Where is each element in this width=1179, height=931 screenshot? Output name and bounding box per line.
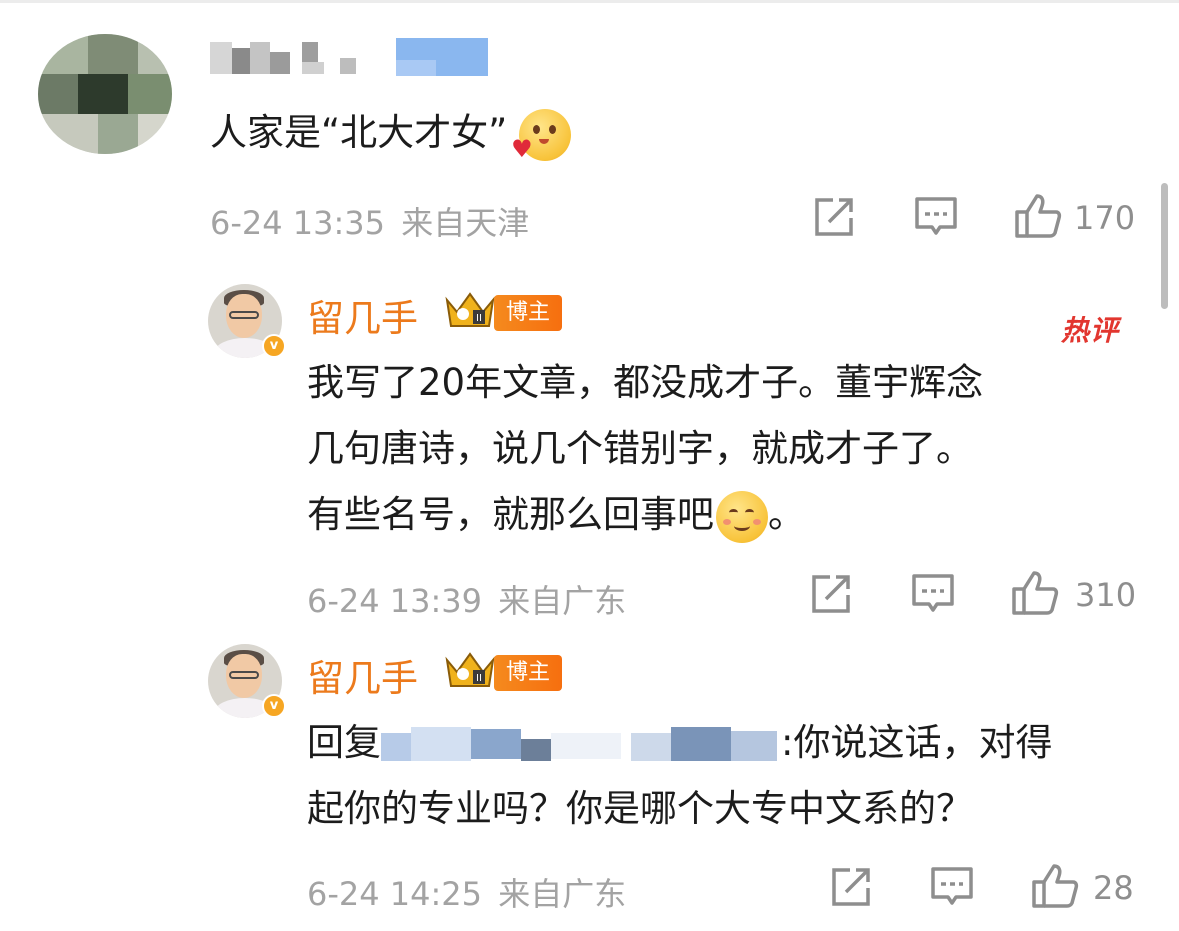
reply-line-1-suffix: :你说这话，对得 bbox=[781, 721, 1053, 764]
crown-icon: II bbox=[445, 652, 495, 687]
location: 来自天津 bbox=[401, 204, 530, 242]
timestamp: 6-24 13:35 bbox=[210, 204, 386, 242]
comment-body: 人家是“北大才女” bbox=[210, 111, 508, 154]
mention-link-blurred[interactable] bbox=[381, 723, 781, 767]
top-divider bbox=[0, 0, 1179, 3]
location: 来自广东 bbox=[498, 582, 627, 620]
svg-text:II: II bbox=[476, 673, 482, 684]
comment-icon[interactable] bbox=[914, 196, 958, 238]
reply-line-3: 有些名号，就那么回事吧 。 bbox=[307, 482, 805, 548]
reply-meta: 6-24 14:25 来自广东 bbox=[307, 869, 626, 915]
timestamp: 6-24 13:39 bbox=[307, 582, 483, 620]
hot-comment-tag: 热评 bbox=[1061, 314, 1120, 347]
username[interactable]: 留几手 bbox=[307, 288, 418, 342]
reply-line-3-suffix: 。 bbox=[768, 493, 805, 536]
smile-emoji-icon bbox=[716, 490, 768, 543]
heart-emoji-icon: ♥ bbox=[511, 108, 572, 161]
share-icon[interactable] bbox=[830, 866, 872, 908]
reply-line-1: 回复 :你说这话，对得 bbox=[307, 710, 1052, 776]
crown-icon: II bbox=[445, 292, 495, 327]
reply-meta: 6-24 13:39 来自广东 bbox=[307, 576, 626, 622]
like-count: 170 bbox=[1074, 199, 1136, 237]
comment-meta: 6-24 13:35 来自天津 bbox=[210, 198, 529, 244]
comment-text: 人家是“北大才女” ♥ bbox=[210, 100, 572, 166]
svg-text:II: II bbox=[476, 313, 482, 324]
username-blurred[interactable] bbox=[210, 38, 495, 76]
share-icon[interactable] bbox=[810, 573, 852, 615]
comment-icon[interactable] bbox=[911, 573, 955, 615]
like-icon[interactable] bbox=[1011, 570, 1059, 616]
reply-line-2: 几句唐诗，说几个错别字，就成才子了。 bbox=[307, 427, 973, 470]
blogger-badge: 博主 bbox=[494, 655, 563, 691]
scrollbar[interactable] bbox=[1161, 183, 1168, 309]
reply-prefix: 回复 bbox=[307, 721, 381, 764]
like-icon[interactable] bbox=[1014, 193, 1062, 239]
share-icon[interactable] bbox=[813, 196, 855, 238]
verified-badge-icon: v bbox=[262, 694, 286, 718]
like-count: 310 bbox=[1075, 576, 1137, 614]
like-count: 28 bbox=[1093, 869, 1134, 907]
reply-line-3-text: 有些名号，就那么回事吧 bbox=[307, 493, 714, 536]
avatar[interactable] bbox=[38, 34, 172, 154]
location: 来自广东 bbox=[498, 875, 627, 913]
like-icon[interactable] bbox=[1031, 863, 1079, 909]
comment-icon[interactable] bbox=[930, 866, 974, 908]
verified-badge-icon: v bbox=[262, 334, 286, 358]
blogger-badge: 博主 bbox=[494, 295, 563, 331]
timestamp: 6-24 14:25 bbox=[307, 875, 483, 913]
username[interactable]: 留几手 bbox=[307, 648, 418, 702]
reply-line-2: 起你的专业吗？你是哪个大专中文系的？ bbox=[307, 787, 973, 830]
reply-line-1: 我写了20年文章，都没成才子。董宇辉念 bbox=[307, 361, 984, 404]
